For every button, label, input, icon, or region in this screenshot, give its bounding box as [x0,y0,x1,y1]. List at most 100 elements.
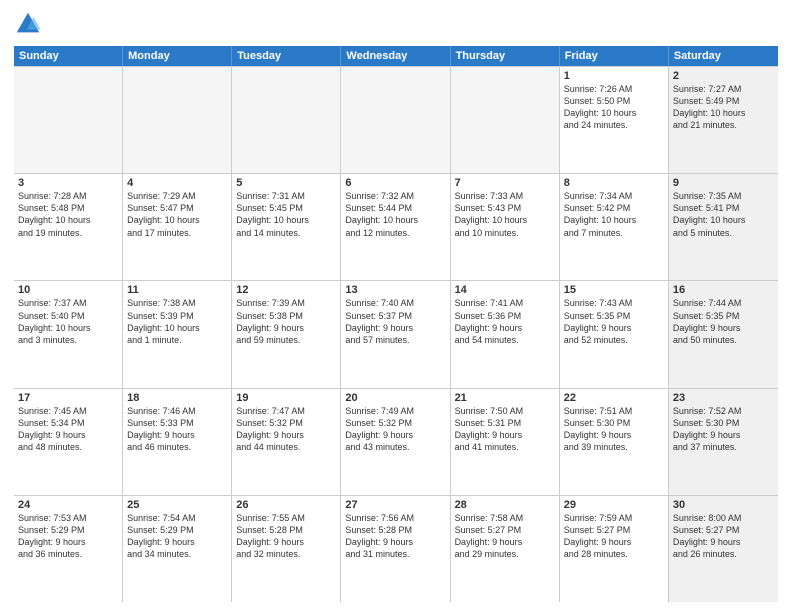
calendar-cell-16: 16Sunrise: 7:44 AM Sunset: 5:35 PM Dayli… [669,281,778,387]
day-info: Sunrise: 7:51 AM Sunset: 5:30 PM Dayligh… [564,405,664,454]
calendar-cell-18: 18Sunrise: 7:46 AM Sunset: 5:33 PM Dayli… [123,389,232,495]
day-number: 1 [564,70,664,82]
calendar-body: 1Sunrise: 7:26 AM Sunset: 5:50 PM Daylig… [14,66,778,602]
header-day-wednesday: Wednesday [341,46,450,66]
calendar-cell-30: 30Sunrise: 8:00 AM Sunset: 5:27 PM Dayli… [669,496,778,602]
day-info: Sunrise: 7:43 AM Sunset: 5:35 PM Dayligh… [564,297,664,346]
calendar: SundayMondayTuesdayWednesdayThursdayFrid… [14,46,778,602]
calendar-cell-21: 21Sunrise: 7:50 AM Sunset: 5:31 PM Dayli… [451,389,560,495]
calendar-cell-empty [123,67,232,173]
calendar-cell-14: 14Sunrise: 7:41 AM Sunset: 5:36 PM Dayli… [451,281,560,387]
day-number: 14 [455,284,555,296]
day-number: 24 [18,499,118,511]
calendar-cell-1: 1Sunrise: 7:26 AM Sunset: 5:50 PM Daylig… [560,67,669,173]
calendar-cell-empty [14,67,123,173]
calendar-cell-22: 22Sunrise: 7:51 AM Sunset: 5:30 PM Dayli… [560,389,669,495]
calendar-cell-8: 8Sunrise: 7:34 AM Sunset: 5:42 PM Daylig… [560,174,669,280]
day-number: 19 [236,392,336,404]
day-info: Sunrise: 7:47 AM Sunset: 5:32 PM Dayligh… [236,405,336,454]
day-info: Sunrise: 7:26 AM Sunset: 5:50 PM Dayligh… [564,83,664,132]
calendar-header: SundayMondayTuesdayWednesdayThursdayFrid… [14,46,778,66]
calendar-cell-10: 10Sunrise: 7:37 AM Sunset: 5:40 PM Dayli… [14,281,123,387]
day-info: Sunrise: 7:44 AM Sunset: 5:35 PM Dayligh… [673,297,774,346]
calendar-cell-20: 20Sunrise: 7:49 AM Sunset: 5:32 PM Dayli… [341,389,450,495]
day-number: 28 [455,499,555,511]
day-info: Sunrise: 7:54 AM Sunset: 5:29 PM Dayligh… [127,512,227,561]
header-day-saturday: Saturday [669,46,778,66]
day-info: Sunrise: 7:45 AM Sunset: 5:34 PM Dayligh… [18,405,118,454]
day-info: Sunrise: 7:35 AM Sunset: 5:41 PM Dayligh… [673,190,774,239]
day-info: Sunrise: 7:41 AM Sunset: 5:36 PM Dayligh… [455,297,555,346]
calendar-row-5: 24Sunrise: 7:53 AM Sunset: 5:29 PM Dayli… [14,495,778,602]
day-info: Sunrise: 7:52 AM Sunset: 5:30 PM Dayligh… [673,405,774,454]
day-info: Sunrise: 7:34 AM Sunset: 5:42 PM Dayligh… [564,190,664,239]
day-number: 20 [345,392,445,404]
calendar-cell-13: 13Sunrise: 7:40 AM Sunset: 5:37 PM Dayli… [341,281,450,387]
day-info: Sunrise: 7:38 AM Sunset: 5:39 PM Dayligh… [127,297,227,346]
day-info: Sunrise: 7:55 AM Sunset: 5:28 PM Dayligh… [236,512,336,561]
day-number: 13 [345,284,445,296]
day-number: 11 [127,284,227,296]
header-day-thursday: Thursday [451,46,560,66]
day-number: 29 [564,499,664,511]
day-info: Sunrise: 7:29 AM Sunset: 5:47 PM Dayligh… [127,190,227,239]
calendar-cell-empty [341,67,450,173]
day-info: Sunrise: 7:31 AM Sunset: 5:45 PM Dayligh… [236,190,336,239]
day-number: 17 [18,392,118,404]
day-number: 30 [673,499,774,511]
calendar-cell-25: 25Sunrise: 7:54 AM Sunset: 5:29 PM Dayli… [123,496,232,602]
calendar-cell-empty [451,67,560,173]
calendar-cell-29: 29Sunrise: 7:59 AM Sunset: 5:27 PM Dayli… [560,496,669,602]
day-number: 21 [455,392,555,404]
day-number: 23 [673,392,774,404]
day-number: 2 [673,70,774,82]
calendar-cell-15: 15Sunrise: 7:43 AM Sunset: 5:35 PM Dayli… [560,281,669,387]
day-info: Sunrise: 7:39 AM Sunset: 5:38 PM Dayligh… [236,297,336,346]
day-number: 15 [564,284,664,296]
calendar-cell-7: 7Sunrise: 7:33 AM Sunset: 5:43 PM Daylig… [451,174,560,280]
day-number: 8 [564,177,664,189]
calendar-cell-4: 4Sunrise: 7:29 AM Sunset: 5:47 PM Daylig… [123,174,232,280]
calendar-cell-empty [232,67,341,173]
day-number: 3 [18,177,118,189]
day-info: Sunrise: 7:53 AM Sunset: 5:29 PM Dayligh… [18,512,118,561]
day-number: 6 [345,177,445,189]
logo-icon [14,10,42,38]
calendar-cell-19: 19Sunrise: 7:47 AM Sunset: 5:32 PM Dayli… [232,389,341,495]
day-info: Sunrise: 7:33 AM Sunset: 5:43 PM Dayligh… [455,190,555,239]
day-number: 27 [345,499,445,511]
day-info: Sunrise: 7:27 AM Sunset: 5:49 PM Dayligh… [673,83,774,132]
day-number: 9 [673,177,774,189]
day-number: 12 [236,284,336,296]
day-info: Sunrise: 7:28 AM Sunset: 5:48 PM Dayligh… [18,190,118,239]
calendar-row-3: 10Sunrise: 7:37 AM Sunset: 5:40 PM Dayli… [14,280,778,387]
day-number: 25 [127,499,227,511]
calendar-cell-11: 11Sunrise: 7:38 AM Sunset: 5:39 PM Dayli… [123,281,232,387]
day-number: 18 [127,392,227,404]
header-day-tuesday: Tuesday [232,46,341,66]
calendar-cell-26: 26Sunrise: 7:55 AM Sunset: 5:28 PM Dayli… [232,496,341,602]
day-info: Sunrise: 7:32 AM Sunset: 5:44 PM Dayligh… [345,190,445,239]
header-day-monday: Monday [123,46,232,66]
calendar-cell-2: 2Sunrise: 7:27 AM Sunset: 5:49 PM Daylig… [669,67,778,173]
day-info: Sunrise: 7:56 AM Sunset: 5:28 PM Dayligh… [345,512,445,561]
calendar-cell-27: 27Sunrise: 7:56 AM Sunset: 5:28 PM Dayli… [341,496,450,602]
calendar-cell-17: 17Sunrise: 7:45 AM Sunset: 5:34 PM Dayli… [14,389,123,495]
header-day-friday: Friday [560,46,669,66]
day-info: Sunrise: 7:40 AM Sunset: 5:37 PM Dayligh… [345,297,445,346]
calendar-cell-23: 23Sunrise: 7:52 AM Sunset: 5:30 PM Dayli… [669,389,778,495]
calendar-cell-28: 28Sunrise: 7:58 AM Sunset: 5:27 PM Dayli… [451,496,560,602]
day-number: 16 [673,284,774,296]
day-number: 4 [127,177,227,189]
header-day-sunday: Sunday [14,46,123,66]
header [14,10,778,38]
day-info: Sunrise: 7:49 AM Sunset: 5:32 PM Dayligh… [345,405,445,454]
calendar-cell-9: 9Sunrise: 7:35 AM Sunset: 5:41 PM Daylig… [669,174,778,280]
day-number: 22 [564,392,664,404]
day-info: Sunrise: 7:50 AM Sunset: 5:31 PM Dayligh… [455,405,555,454]
calendar-row-2: 3Sunrise: 7:28 AM Sunset: 5:48 PM Daylig… [14,173,778,280]
day-info: Sunrise: 7:46 AM Sunset: 5:33 PM Dayligh… [127,405,227,454]
page: SundayMondayTuesdayWednesdayThursdayFrid… [0,0,792,612]
logo [14,10,46,38]
day-number: 26 [236,499,336,511]
